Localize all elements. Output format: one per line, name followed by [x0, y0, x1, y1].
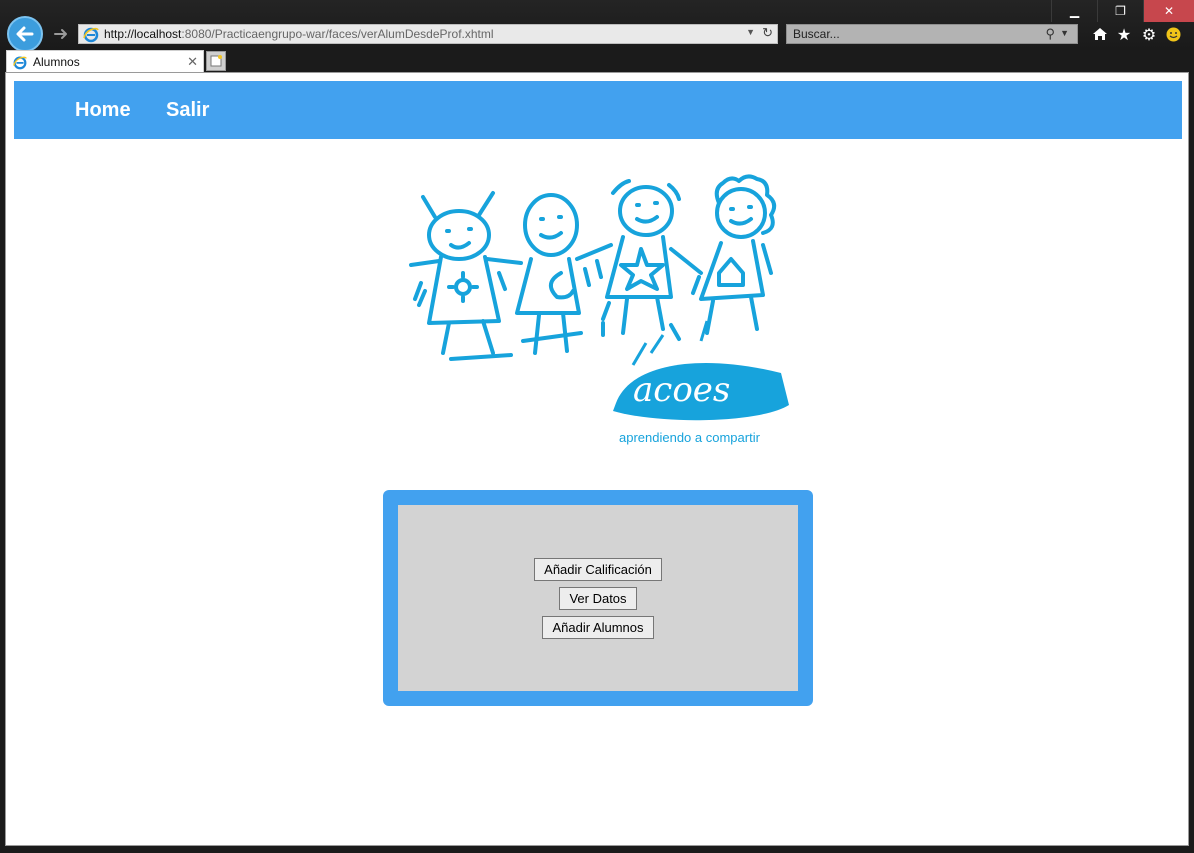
ie-logo-icon	[13, 55, 27, 69]
acoes-logo: acoes	[409, 174, 789, 421]
tab-alumnos[interactable]: Alumnos ✕	[6, 50, 204, 72]
ie-logo-icon	[83, 27, 99, 43]
actions-panel: Añadir Calificación Ver Datos Añadir Alu…	[383, 490, 813, 706]
search-dropdown-icon[interactable]: ▼	[1060, 28, 1069, 38]
url-text: http://localhost:8080/Practicaengrupo-wa…	[104, 27, 494, 41]
add-grade-button[interactable]: Añadir Calificación	[534, 557, 662, 581]
maximize-button[interactable]: ❐	[1097, 0, 1143, 22]
logo-wordmark: acoes	[633, 370, 730, 410]
nav-salir-link[interactable]: Salir	[166, 99, 209, 122]
close-icon: ✕	[1163, 4, 1175, 18]
actions-panel-body: Añadir Calificación Ver Datos Añadir Alu…	[398, 505, 798, 691]
address-dropdown-icon[interactable]: ▼	[746, 27, 755, 37]
star-icon[interactable]: ★	[1114, 24, 1134, 44]
forward-button[interactable]	[51, 24, 71, 44]
search-input[interactable]: Buscar...	[793, 27, 840, 41]
close-window-button[interactable]: ✕	[1143, 0, 1194, 22]
page-viewport: Home Salir acoes aprendiendo a compartir…	[5, 72, 1189, 846]
tab-close-icon[interactable]: ✕	[187, 54, 198, 70]
nav-home-link[interactable]: Home	[75, 99, 131, 122]
top-navbar: Home Salir	[14, 81, 1182, 139]
new-tab-button[interactable]	[206, 51, 226, 71]
refresh-icon[interactable]: ↻	[762, 25, 773, 41]
search-box[interactable]: Buscar... ⚲ ▼	[786, 24, 1078, 44]
minimize-icon: ▁	[1069, 4, 1080, 18]
search-icon[interactable]: ⚲	[1045, 26, 1055, 42]
smiley-icon[interactable]	[1163, 24, 1183, 44]
home-icon[interactable]	[1090, 24, 1110, 44]
view-data-button[interactable]: Ver Datos	[559, 586, 637, 610]
back-button[interactable]	[7, 16, 43, 52]
tab-title: Alumnos	[33, 54, 80, 69]
new-tab-icon	[210, 55, 222, 67]
add-students-button[interactable]: Añadir Alumnos	[542, 615, 654, 639]
minimize-button[interactable]: ▁	[1051, 0, 1097, 22]
back-arrow-icon	[16, 26, 34, 42]
address-bar[interactable]: http://localhost:8080/Practicaengrupo-wa…	[78, 24, 778, 44]
gear-icon[interactable]: ⚙	[1139, 24, 1159, 44]
forward-arrow-icon	[54, 29, 67, 39]
maximize-icon: ❐	[1115, 4, 1126, 18]
logo-caption: aprendiendo a compartir	[619, 430, 760, 445]
